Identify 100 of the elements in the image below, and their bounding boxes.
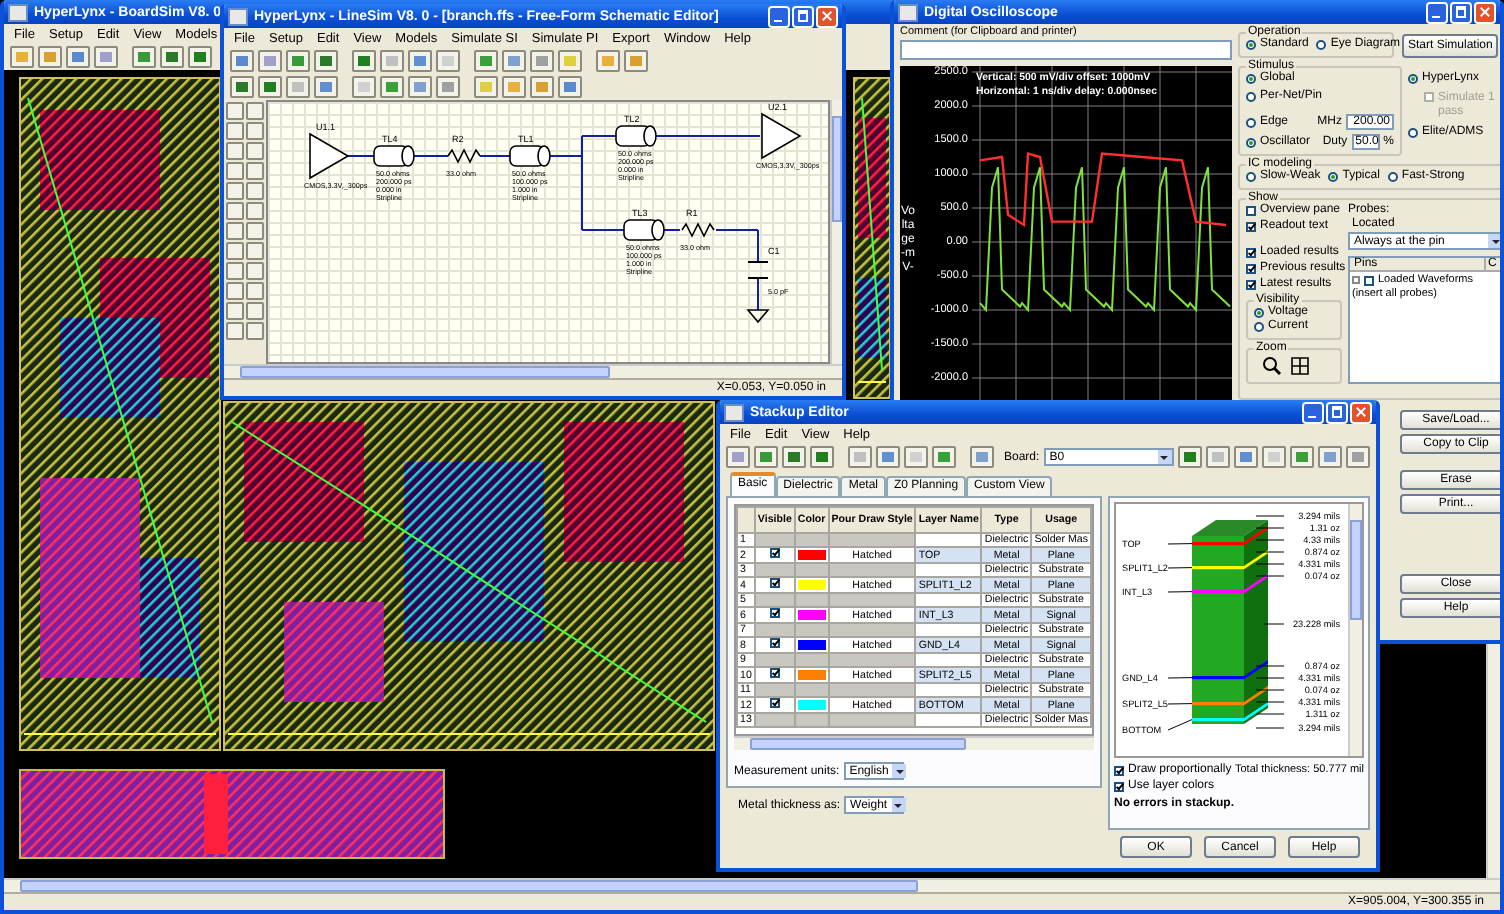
leader-line <box>1255 515 1285 517</box>
tool-icon[interactable] <box>848 446 872 468</box>
tool-icon[interactable] <box>530 76 554 98</box>
checkbox[interactable] <box>1114 782 1124 792</box>
expander-icon[interactable] <box>1352 276 1360 284</box>
tool-icon[interactable] <box>352 50 376 72</box>
tool-icon[interactable] <box>94 46 118 68</box>
tool-icon[interactable] <box>904 446 928 468</box>
checkbox[interactable] <box>1246 222 1256 232</box>
radio-button[interactable] <box>1408 128 1418 138</box>
maximize-button[interactable] <box>792 5 814 27</box>
radio-button[interactable] <box>1246 92 1256 102</box>
tool-icon[interactable] <box>10 46 34 68</box>
horizontal-scrollbar[interactable] <box>4 878 1500 892</box>
leader-line <box>1263 623 1285 625</box>
radio-button[interactable] <box>1408 74 1418 84</box>
tool-icon[interactable] <box>380 76 404 98</box>
tool-icon[interactable] <box>1317 446 1342 468</box>
tool-icon[interactable] <box>932 446 956 468</box>
tool-icon[interactable] <box>314 50 338 72</box>
tool-icon[interactable] <box>258 50 282 72</box>
tool-icon[interactable] <box>1233 446 1258 468</box>
checkbox[interactable] <box>769 579 780 588</box>
tool-icon[interactable] <box>1261 446 1286 468</box>
vertical-scrollbar[interactable] <box>830 100 842 364</box>
checkbox[interactable] <box>769 699 780 708</box>
tool-icon[interactable] <box>286 76 310 98</box>
tool-icon[interactable] <box>230 50 254 72</box>
tool-icon[interactable] <box>810 446 834 468</box>
tool-icon[interactable] <box>314 76 338 98</box>
radio-button[interactable] <box>1316 40 1327 50</box>
tool-icon[interactable] <box>502 76 526 98</box>
tool-icon[interactable] <box>352 76 376 98</box>
horizontal-scrollbar[interactable] <box>224 364 842 378</box>
tool-icon[interactable] <box>876 446 900 468</box>
leader-line <box>1255 575 1285 577</box>
app-icon <box>898 3 918 21</box>
radio-button[interactable] <box>1246 117 1256 127</box>
tool-icon[interactable] <box>188 46 212 68</box>
radio-button[interactable] <box>1254 308 1264 318</box>
radio-button[interactable] <box>1328 172 1339 182</box>
radio-button[interactable] <box>1246 40 1256 50</box>
resistor-symbol[interactable] <box>447 148 481 164</box>
tool-icon[interactable] <box>474 76 498 98</box>
capacitor-symbol[interactable] <box>747 261 769 279</box>
checkbox[interactable] <box>769 549 780 558</box>
checkbox[interactable] <box>1246 280 1256 290</box>
tool-icon[interactable] <box>258 76 282 98</box>
tool-icon[interactable] <box>408 50 432 72</box>
horizontal-scrollbar[interactable] <box>734 736 1094 750</box>
tool-icon[interactable] <box>558 76 582 98</box>
minimize-button[interactable] <box>1302 401 1324 423</box>
tool-icon[interactable] <box>230 76 254 98</box>
tool-icon[interactable] <box>474 50 498 72</box>
tool-icon[interactable] <box>530 50 554 72</box>
tool-icon[interactable] <box>754 446 778 468</box>
tool-icon[interactable] <box>1345 446 1370 468</box>
zoom-icon[interactable] <box>1262 356 1282 376</box>
checkbox[interactable] <box>769 669 780 678</box>
tool-icon[interactable] <box>782 446 806 468</box>
checkbox[interactable] <box>769 609 780 618</box>
tool-icon[interactable] <box>726 446 750 468</box>
tool-icon[interactable] <box>132 46 156 68</box>
driver-symbol[interactable] <box>309 132 350 180</box>
tool-icon[interactable] <box>502 50 526 72</box>
tool-icon[interactable] <box>624 50 648 72</box>
receiver-symbol[interactable] <box>761 112 802 160</box>
tool-icon[interactable] <box>436 76 460 98</box>
radio-button[interactable] <box>1246 137 1256 147</box>
checkbox[interactable] <box>1246 206 1256 216</box>
tool-icon[interactable] <box>1177 446 1202 468</box>
maximize-button[interactable] <box>1326 401 1348 423</box>
checkbox[interactable] <box>1246 264 1256 274</box>
tool-icon[interactable] <box>558 50 582 72</box>
resistor-symbol[interactable] <box>681 222 715 238</box>
tool-icon[interactable] <box>286 50 310 72</box>
tool-icon[interactable] <box>436 50 460 72</box>
tool-icon[interactable] <box>66 46 90 68</box>
checkbox[interactable] <box>1114 766 1124 776</box>
minimize-button[interactable] <box>768 5 790 27</box>
tool-icon[interactable] <box>1289 446 1314 468</box>
tool-icon[interactable] <box>970 446 994 468</box>
comment-field[interactable] <box>900 40 1232 60</box>
radio-button[interactable] <box>1254 322 1264 332</box>
radio-button[interactable] <box>1246 74 1256 84</box>
radio-button[interactable] <box>1246 172 1256 182</box>
tool-icon[interactable] <box>38 46 62 68</box>
checkbox[interactable] <box>769 639 780 648</box>
tool-icon[interactable] <box>596 50 620 72</box>
vertical-scrollbar[interactable] <box>1348 504 1362 756</box>
checkbox[interactable] <box>1364 275 1374 285</box>
close-button[interactable] <box>816 5 838 27</box>
fit-view-icon[interactable] <box>1290 356 1310 376</box>
tool-icon[interactable] <box>408 76 432 98</box>
tool-icon[interactable] <box>160 46 184 68</box>
close-button[interactable] <box>1350 401 1372 423</box>
tool-icon[interactable] <box>1205 446 1230 468</box>
checkbox[interactable] <box>1246 248 1256 258</box>
tool-icon[interactable] <box>380 50 404 72</box>
radio-button[interactable] <box>1387 172 1398 182</box>
